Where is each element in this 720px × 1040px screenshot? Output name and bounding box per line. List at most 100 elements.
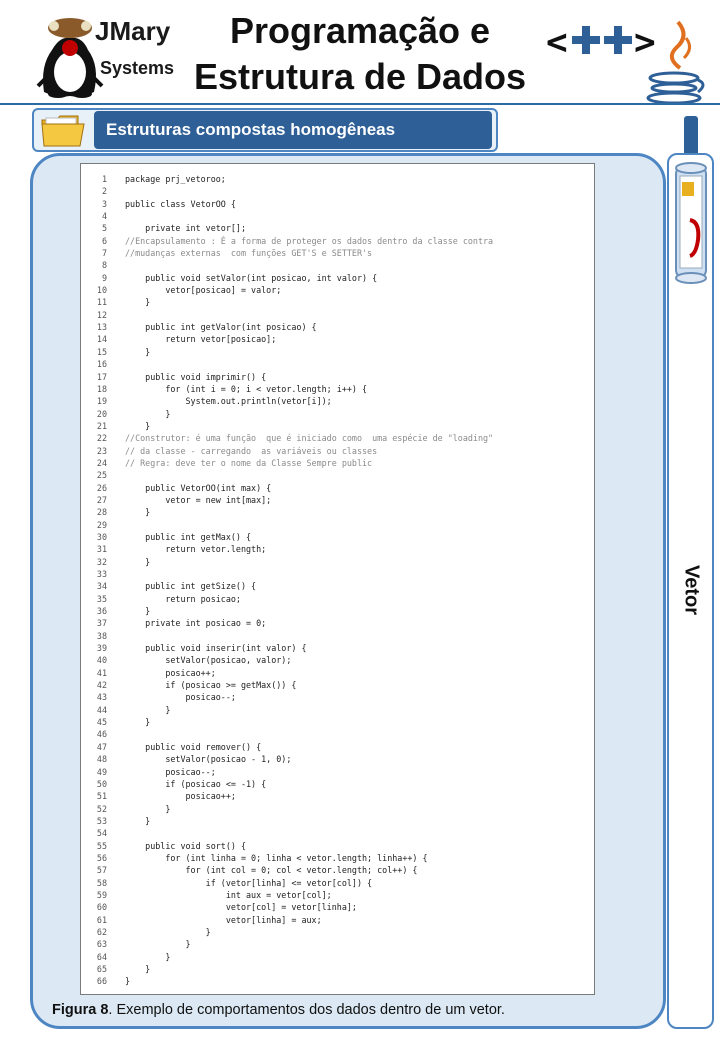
code-line: 59 int aux = vetor[col]; (87, 889, 590, 901)
code-text: posicao--; (125, 692, 236, 703)
figure-caption-label: Figura 8 (52, 1002, 109, 1018)
code-line: 11 } (87, 296, 590, 308)
code-line: 56 for (int linha = 0; linha < vetor.len… (87, 852, 590, 864)
code-line: 21 } (87, 420, 590, 432)
code-text: //mudanças externas com funções GET'S e … (125, 248, 373, 259)
code-text: } (125, 717, 151, 728)
line-number: 41 (96, 667, 107, 678)
code-text: //Encapsulamento : É a forma de proteger… (125, 235, 494, 246)
code-line: 63 } (87, 938, 590, 950)
code-text: } (125, 556, 151, 567)
code-line: 66} (87, 975, 590, 987)
code-line: 64 } (87, 951, 590, 963)
line-number: 52 (96, 803, 107, 814)
code-line: 22 //Construtor: é uma função que é inici… (87, 432, 590, 444)
code-text: public void inserir(int valor) { (125, 643, 307, 654)
code-text: public void sort() { (125, 840, 247, 851)
line-number: 44 (96, 704, 107, 715)
code-line: 38 (87, 630, 590, 642)
code-line: 52 } (87, 803, 590, 815)
code-text: vetor = new int[max]; (125, 494, 272, 505)
code-line: 7 //mudanças externas com funções GET'S e… (87, 247, 590, 259)
folder-icon (41, 115, 85, 147)
code-text: System.out.println(vetor[i]); (125, 396, 332, 407)
header-divider (0, 103, 720, 105)
code-line: 23 // da classe - carregando as variáveis… (87, 445, 590, 457)
code-text: } (125, 420, 151, 431)
code-line: 29 (87, 519, 590, 531)
line-number: 59 (96, 889, 107, 900)
code-line: 42 if (posicao >= getMax()) { (87, 679, 590, 691)
figure-caption: Figura 8. Exemplo de comportamentos dos … (52, 1002, 652, 1018)
code-line: 30 public int getMax() { (87, 531, 590, 543)
line-number: 53 (96, 815, 107, 826)
line-number: 34 (96, 581, 107, 592)
line-number: 51 (96, 791, 107, 802)
code-text: if (posicao >= getMax()) { (125, 680, 297, 691)
logo-name: JMary (95, 16, 171, 46)
code-line: 10 vetor[posicao] = valor; (87, 284, 590, 296)
page-title: Programação e Estrutura de Dados (193, 10, 527, 97)
code-text: public int getMax() { (125, 531, 252, 542)
line-number: 63 (96, 939, 107, 950)
code-text: } (125, 964, 151, 974)
line-number: 20 (96, 408, 107, 419)
line-number: 50 (96, 778, 107, 789)
line-number: 36 (96, 606, 107, 617)
line-number: 2 (101, 186, 107, 197)
code-text: posicao++; (125, 667, 216, 678)
line-number: 58 (96, 877, 107, 888)
line-number: 55 (96, 840, 107, 851)
code-text: // Regra: deve ter o nome da Classe Semp… (125, 457, 373, 468)
line-number: 65 (96, 964, 107, 974)
line-number: 33 (96, 569, 107, 579)
line-number: 15 (96, 346, 107, 357)
line-number: 57 (96, 865, 107, 876)
line-number: 17 (96, 371, 107, 382)
line-number: 24 (96, 457, 107, 468)
line-number: 35 (96, 593, 107, 604)
code-text: } (125, 346, 151, 357)
code-line: 18 for (int i = 0; i < vetor.length; i++… (87, 383, 590, 395)
line-number: 54 (96, 828, 107, 839)
code-text: } (125, 507, 151, 518)
code-line: 6 //Encapsulamento : É a forma de protege… (87, 235, 590, 247)
code-line: 26 public VetorOO(int max) { (87, 482, 590, 494)
code-text: posicao++; (125, 791, 236, 802)
code-text: setValor(posicao, valor); (125, 655, 292, 666)
code-line: 37 private int posicao = 0; (87, 617, 590, 629)
code-text: public VetorOO(int max) { (125, 482, 272, 493)
code-line: 32 } (87, 556, 590, 568)
code-line: 34 public int getSize() { (87, 580, 590, 592)
code-line: 3 public class VetorOO { (87, 198, 590, 210)
code-line: 40 setValor(posicao, valor); (87, 654, 590, 666)
code-line: 2 (87, 185, 590, 197)
line-number: 46 (96, 729, 107, 740)
code-text: } (125, 926, 211, 937)
code-line: 14 return vetor[posicao]; (87, 333, 590, 345)
code-line: 35 return posicao; (87, 593, 590, 605)
code-text: private int posicao = 0; (125, 618, 267, 629)
line-number: 27 (96, 494, 107, 505)
code-line: 13 public int getValor(int posicao) { (87, 321, 590, 333)
line-number: 56 (96, 852, 107, 863)
line-number: 14 (96, 334, 107, 345)
code-text: posicao--; (125, 766, 216, 777)
line-number: 19 (96, 396, 107, 407)
line-number: 42 (96, 680, 107, 691)
code-line: 51 posicao++; (87, 790, 590, 802)
code-text: int aux = vetor[col]; (125, 889, 332, 900)
code-text: } (125, 815, 151, 826)
code-text: } (125, 606, 151, 617)
line-number: 26 (96, 482, 107, 493)
line-number: 1 (101, 174, 107, 184)
line-number: 22 (96, 433, 107, 444)
scroll-icon (675, 162, 707, 284)
code-line: 54 (87, 827, 590, 839)
line-number: 47 (96, 741, 107, 752)
line-number: 40 (96, 655, 107, 666)
line-number: 11 (96, 297, 107, 308)
code-line: 15 } (87, 346, 590, 358)
figure-caption-text: . Exemplo de comportamentos dos dados de… (108, 1002, 505, 1018)
code-text: } (125, 803, 171, 814)
